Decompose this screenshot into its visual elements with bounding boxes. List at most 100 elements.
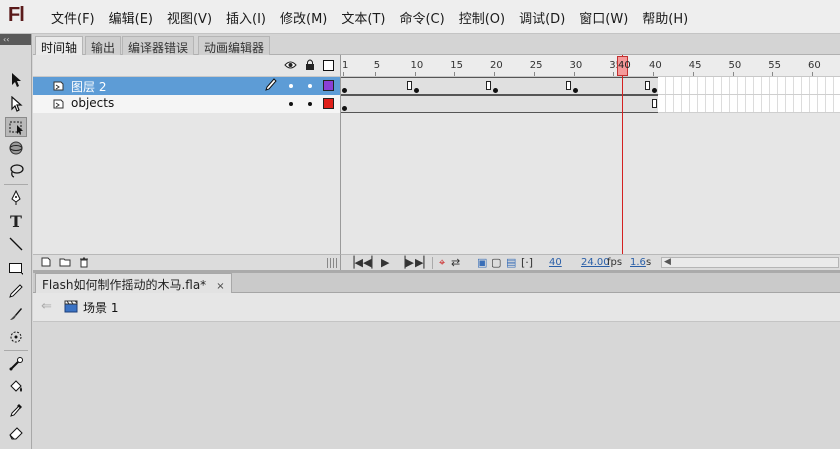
selection-tool-icon[interactable]: [5, 70, 27, 90]
new-folder-icon[interactable]: [59, 257, 71, 269]
current-frame-value[interactable]: 40: [549, 257, 562, 268]
keyframe-marker[interactable]: [413, 88, 419, 93]
lock-toggle[interactable]: [308, 84, 312, 88]
layer-name[interactable]: objects: [71, 96, 114, 110]
keyframe-marker[interactable]: [342, 88, 347, 93]
eraser-tool-icon[interactable]: [5, 423, 27, 443]
menu-text[interactable]: 文本(T): [334, 8, 392, 27]
onion-markers-icon[interactable]: [·]: [521, 257, 533, 268]
new-layer-icon[interactable]: [41, 257, 51, 269]
ruler-label: 20: [490, 60, 503, 71]
layer-name[interactable]: 图层 2: [71, 78, 106, 95]
menu-help[interactable]: 帮助(H): [635, 8, 695, 27]
close-icon[interactable]: ×: [216, 281, 224, 292]
bone-tool-icon[interactable]: [5, 354, 27, 374]
ruler-tick: [692, 72, 694, 76]
outline-icon[interactable]: [323, 60, 334, 71]
ruler-label: 60: [808, 60, 821, 71]
layer-row-layer2[interactable]: 图层 2: [33, 77, 340, 95]
lasso-tool-icon[interactable]: [5, 161, 27, 181]
deco-tool-icon[interactable]: [5, 327, 27, 347]
pencil-tool-icon[interactable]: [5, 281, 27, 301]
ruler-label: 5: [373, 60, 381, 71]
fps-value[interactable]: 24.00: [581, 257, 610, 268]
menu-view[interactable]: 视图(V): [160, 8, 219, 27]
timeline-panel: 1 5 10 15 20 25 30 35 40 45 50 55 60 图层 2 objects: [33, 55, 840, 270]
layer-controls: [33, 254, 340, 270]
empty-frames[interactable]: [658, 77, 840, 95]
span-end-marker[interactable]: [652, 99, 658, 108]
menu-control[interactable]: 控制(O): [452, 8, 512, 27]
scroll-left-icon[interactable]: ◀: [664, 257, 671, 267]
brush-tool-icon[interactable]: [5, 304, 27, 324]
span-end-marker[interactable]: [486, 81, 492, 90]
span-end-marker[interactable]: [406, 81, 412, 90]
edit-multiple-icon[interactable]: ▤: [506, 257, 516, 268]
pen-tool-icon[interactable]: [5, 188, 27, 208]
pencil-icon: [265, 78, 277, 95]
menu-window[interactable]: 窗口(W): [572, 8, 635, 27]
visibility-toggle[interactable]: [289, 102, 293, 106]
line-tool-icon[interactable]: [5, 234, 27, 254]
tab-motion-editor[interactable]: 动画编辑器: [198, 36, 271, 55]
menu-insert[interactable]: 插入(I): [219, 8, 273, 27]
lock-icon[interactable]: [305, 59, 315, 74]
tab-output[interactable]: 输出: [85, 36, 122, 55]
menu-edit[interactable]: 编辑(E): [102, 8, 160, 27]
timeline-horizontal-scrollbar[interactable]: ◀: [661, 257, 839, 268]
frame-span[interactable]: [341, 95, 658, 113]
span-end-marker[interactable]: [565, 81, 571, 90]
resize-grip-icon[interactable]: [327, 258, 337, 268]
frames-area[interactable]: [340, 77, 840, 254]
menu-commands[interactable]: 命令(C): [392, 8, 451, 27]
3d-rotation-tool-icon[interactable]: [5, 138, 27, 158]
back-arrow-icon[interactable]: ⇐: [41, 299, 52, 314]
edit-bar: ⇐ 场景 1: [33, 293, 840, 322]
play-icon[interactable]: ▶: [381, 257, 389, 268]
center-frame-icon[interactable]: ⌖: [439, 257, 445, 268]
keyframe-marker[interactable]: [572, 88, 578, 93]
layer-page-icon: [53, 99, 64, 109]
onion-skin-icon[interactable]: ▣: [477, 257, 487, 268]
onion-outline-icon[interactable]: ▢: [491, 257, 501, 268]
first-frame-icon[interactable]: ▕◀: [346, 257, 363, 268]
step-back-icon[interactable]: ◀▏: [363, 257, 380, 268]
keyframe-marker[interactable]: [342, 106, 347, 111]
layer-color-swatch[interactable]: [323, 98, 334, 109]
playhead[interactable]: 40: [617, 56, 631, 76]
paint-bucket-tool-icon[interactable]: [5, 377, 27, 397]
tab-compiler-errors[interactable]: 编译器错误: [122, 36, 195, 55]
eyedropper-tool-icon[interactable]: [5, 400, 27, 420]
tab-timeline[interactable]: 时间轴: [35, 36, 84, 55]
layer-row-objects[interactable]: objects: [33, 95, 340, 113]
eye-icon[interactable]: [284, 59, 297, 73]
elapsed-time-value[interactable]: 1.6: [630, 257, 646, 268]
tween-span[interactable]: [341, 77, 658, 95]
subselection-tool-icon[interactable]: [5, 94, 27, 114]
step-forward-icon[interactable]: ▕▶: [397, 257, 414, 268]
layer-color-swatch[interactable]: [323, 80, 334, 91]
menu-debug[interactable]: 调试(D): [512, 8, 572, 27]
delete-layer-icon[interactable]: [79, 257, 89, 270]
text-tool-icon[interactable]: T: [5, 211, 27, 231]
empty-frames[interactable]: [658, 95, 840, 113]
ruler-tick: [374, 72, 376, 76]
ruler-tick: [494, 72, 496, 76]
frame-ruler[interactable]: 1 5 10 15 20 25 30 35 40 45 50 55 60: [340, 55, 840, 77]
menu-modify[interactable]: 修改(M): [273, 8, 334, 27]
lock-toggle[interactable]: [308, 102, 312, 106]
span-end-marker[interactable]: [645, 81, 651, 90]
last-frame-icon[interactable]: ▶▏: [415, 257, 432, 268]
loop-icon[interactable]: ⇄: [451, 257, 460, 268]
rectangle-tool-icon[interactable]: [5, 258, 27, 278]
menu-file[interactable]: 文件(F): [44, 8, 102, 27]
stage-area[interactable]: [33, 322, 840, 449]
panel-tabs: 时间轴 输出 编译器错误 动画编辑器: [33, 34, 840, 55]
frame-row-layer2[interactable]: [341, 77, 840, 95]
frame-row-objects[interactable]: [341, 95, 840, 113]
collapse-icon[interactable]: ‹‹: [0, 34, 31, 45]
scene-label[interactable]: 场景 1: [83, 299, 118, 316]
visibility-toggle[interactable]: [289, 84, 293, 88]
document-tab[interactable]: Flash如何制作摇动的木马.fla* ×: [35, 273, 232, 293]
free-transform-tool-icon[interactable]: [5, 117, 27, 137]
